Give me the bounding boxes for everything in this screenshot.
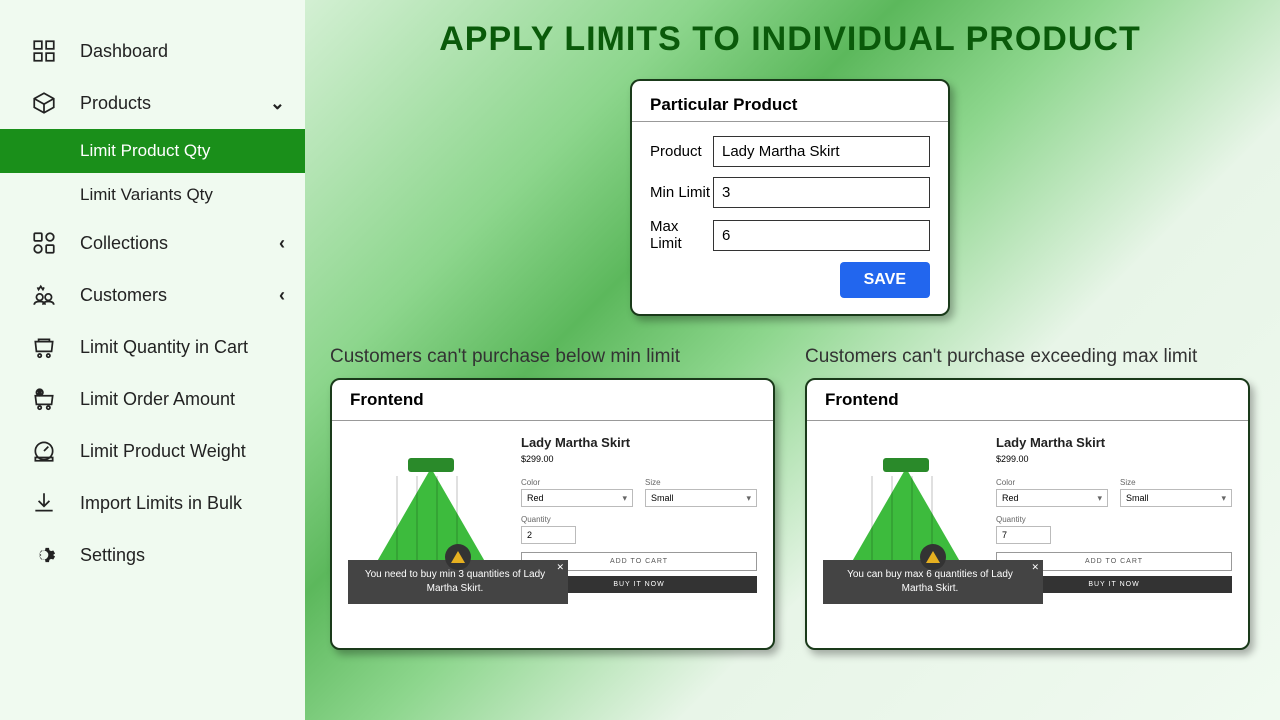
chevron-left-icon: ‹ [279,285,285,306]
sidebar-item-label: Import Limits in Bulk [80,493,242,514]
cart-icon [30,333,58,361]
min-limit-label: Min Limit [650,184,713,201]
svg-text:$: $ [38,391,41,397]
qty-input[interactable]: 7 [996,526,1051,544]
gear-icon [30,541,58,569]
chevron-down-icon: ⌄ [270,93,285,114]
collections-icon [30,229,58,257]
sidebar-item-label: Dashboard [80,41,168,62]
product-price: $299.00 [996,454,1232,464]
sidebar-item-limit-order-amount[interactable]: $ Limit Order Amount [0,373,305,425]
product-image: You can buy max 6 quantities of Lady Mar… [823,435,988,630]
sidebar-item-import-limits[interactable]: Import Limits in Bulk [0,477,305,529]
order-amount-icon: $ [30,385,58,413]
sidebar: Dashboard Products ⌄ Limit Product Qty L… [0,0,305,720]
sidebar-item-customers[interactable]: Customers ‹ [0,269,305,321]
sidebar-subitem-limit-product-qty[interactable]: Limit Product Qty [0,129,305,173]
import-icon [30,489,58,517]
color-select[interactable]: Red [521,489,633,507]
sidebar-subitem-limit-variants-qty[interactable]: Limit Variants Qty [0,173,305,217]
products-icon [30,89,58,117]
qty-label: Quantity [996,515,1051,524]
toast-text: You can buy max 6 quantities of Lady Mar… [847,569,1013,594]
chevron-left-icon: ‹ [279,233,285,254]
main-content: APPLY LIMITS TO INDIVIDUAL PRODUCT Parti… [305,0,1280,720]
page-title: APPLY LIMITS TO INDIVIDUAL PRODUCT [330,20,1250,59]
sidebar-subitem-label: Limit Product Qty [80,141,210,160]
max-limit-label: Max Limit [650,218,713,252]
sidebar-item-label: Products [80,93,151,114]
sidebar-item-settings[interactable]: Settings [0,529,305,581]
product-title: Lady Martha Skirt [521,435,757,450]
particular-product-form: Particular Product Product Min Limit Max… [630,79,950,316]
qty-input[interactable]: 2 [521,526,576,544]
max-limit-toast: You can buy max 6 quantities of Lady Mar… [823,560,1043,604]
sidebar-item-label: Limit Quantity in Cart [80,337,248,358]
sidebar-item-limit-qty-cart[interactable]: Limit Quantity in Cart [0,321,305,373]
max-limit-input[interactable] [713,220,930,251]
sidebar-item-collections[interactable]: Collections ‹ [0,217,305,269]
close-icon[interactable]: ✕ [1031,561,1039,574]
sidebar-item-dashboard[interactable]: Dashboard [0,25,305,77]
sidebar-item-label: Limit Product Weight [80,441,246,462]
max-preview-heading: Customers can't purchase exceeding max l… [805,346,1250,368]
weight-icon [30,437,58,465]
min-limit-toast: You need to buy min 3 quantities of Lady… [348,560,568,604]
size-select[interactable]: Small [645,489,757,507]
size-select[interactable]: Small [1120,489,1232,507]
preview-card-title: Frontend [807,380,1248,421]
sidebar-subitem-label: Limit Variants Qty [80,185,213,204]
sidebar-item-products[interactable]: Products ⌄ [0,77,305,129]
color-label: Color [996,478,1108,487]
qty-label: Quantity [521,515,576,524]
max-preview-card: Frontend You can buy max 6 quantities of… [805,378,1250,650]
min-preview-heading: Customers can't purchase below min limit [330,346,775,368]
warning-icon [920,544,946,570]
preview-card-title: Frontend [332,380,773,421]
sidebar-item-label: Collections [80,233,168,254]
warning-icon [445,544,471,570]
customers-icon [30,281,58,309]
size-label: Size [1120,478,1232,487]
product-input[interactable] [713,136,930,167]
min-limit-input[interactable] [713,177,930,208]
close-icon[interactable]: ✕ [556,561,564,574]
toast-text: You need to buy min 3 quantities of Lady… [365,569,545,594]
sidebar-item-limit-product-weight[interactable]: Limit Product Weight [0,425,305,477]
min-preview-card: Frontend You need to buy min 3 quantitie… [330,378,775,650]
product-label: Product [650,143,713,160]
product-price: $299.00 [521,454,757,464]
dashboard-icon [30,37,58,65]
product-image: You need to buy min 3 quantities of Lady… [348,435,513,630]
sidebar-item-label: Customers [80,285,167,306]
product-title: Lady Martha Skirt [996,435,1232,450]
save-button[interactable]: SAVE [840,262,930,298]
color-label: Color [521,478,633,487]
form-heading: Particular Product [650,95,930,115]
sidebar-item-label: Limit Order Amount [80,389,235,410]
sidebar-item-label: Settings [80,545,145,566]
color-select[interactable]: Red [996,489,1108,507]
size-label: Size [645,478,757,487]
